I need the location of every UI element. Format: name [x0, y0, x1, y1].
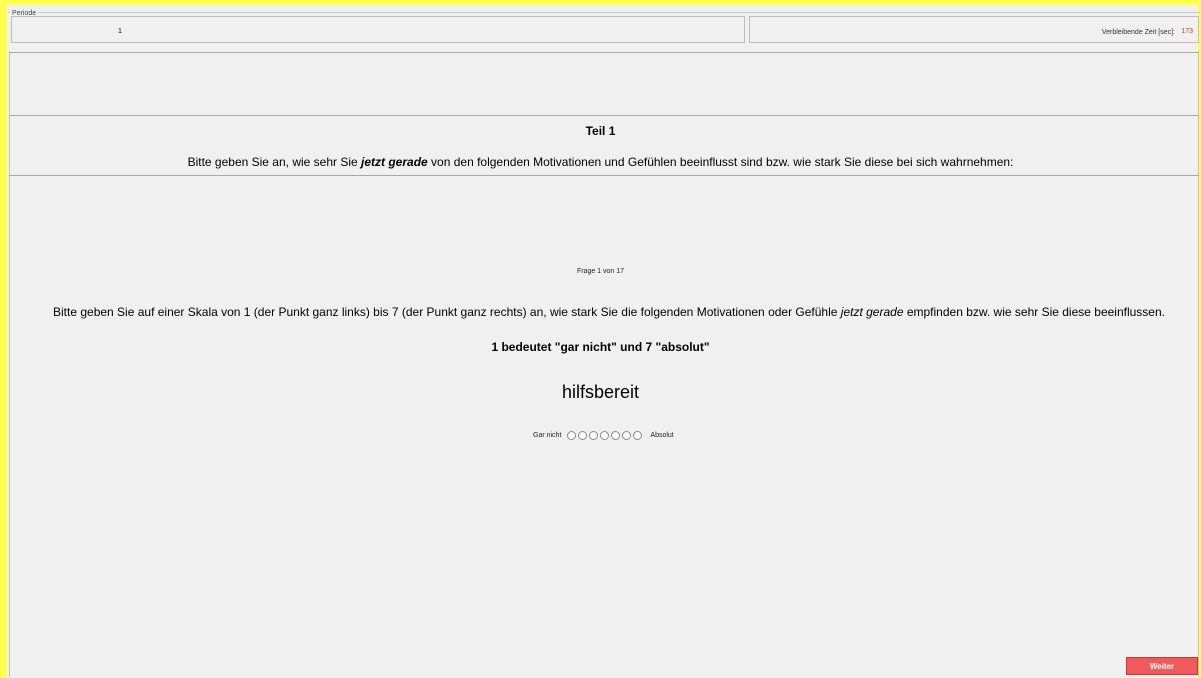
divider-intro-bottom — [9, 175, 1199, 176]
scale-min-label: Gar nicht — [533, 431, 562, 439]
question-instruction: Bitte geben Sie auf einer Skala von 1 (d… — [53, 305, 1165, 319]
scale-radio-2[interactable] — [578, 430, 588, 440]
scale-max-label: Absolut — [650, 431, 674, 439]
scale-radio-5[interactable] — [611, 430, 621, 440]
scale-radio-group — [567, 430, 644, 440]
divider-top — [9, 52, 1199, 53]
item-word: hilfsbereit — [561, 382, 640, 402]
scale-radio-6[interactable] — [622, 430, 632, 440]
next-button[interactable]: Weiter — [1126, 657, 1198, 675]
section-title: Teil 1 — [585, 124, 616, 138]
periode-value: 1 — [118, 28, 122, 35]
question-counter: Frage 1 von 17 — [576, 268, 625, 275]
scale-radio-7[interactable] — [633, 430, 643, 440]
remaining-time-label: Verbleibende Zeit [sec]: — [1101, 29, 1175, 36]
intro-text: Bitte geben Sie an, wie sehr Sie jetzt g… — [187, 155, 1014, 169]
scale-radio-1[interactable] — [567, 430, 577, 440]
window-frame-left — [0, 0, 7, 678]
scale-note: 1 bedeutet "gar nicht" und 7 "absolut" — [491, 340, 710, 354]
likert-scale: Gar nicht Absolut — [533, 429, 674, 441]
remaining-time-value: 173 — [1181, 28, 1193, 35]
content-panel — [9, 51, 1199, 677]
scale-radio-4[interactable] — [600, 430, 610, 440]
scale-radio-3[interactable] — [589, 430, 599, 440]
divider-intro-top — [9, 115, 1199, 116]
window-frame-top — [0, 0, 1201, 5]
